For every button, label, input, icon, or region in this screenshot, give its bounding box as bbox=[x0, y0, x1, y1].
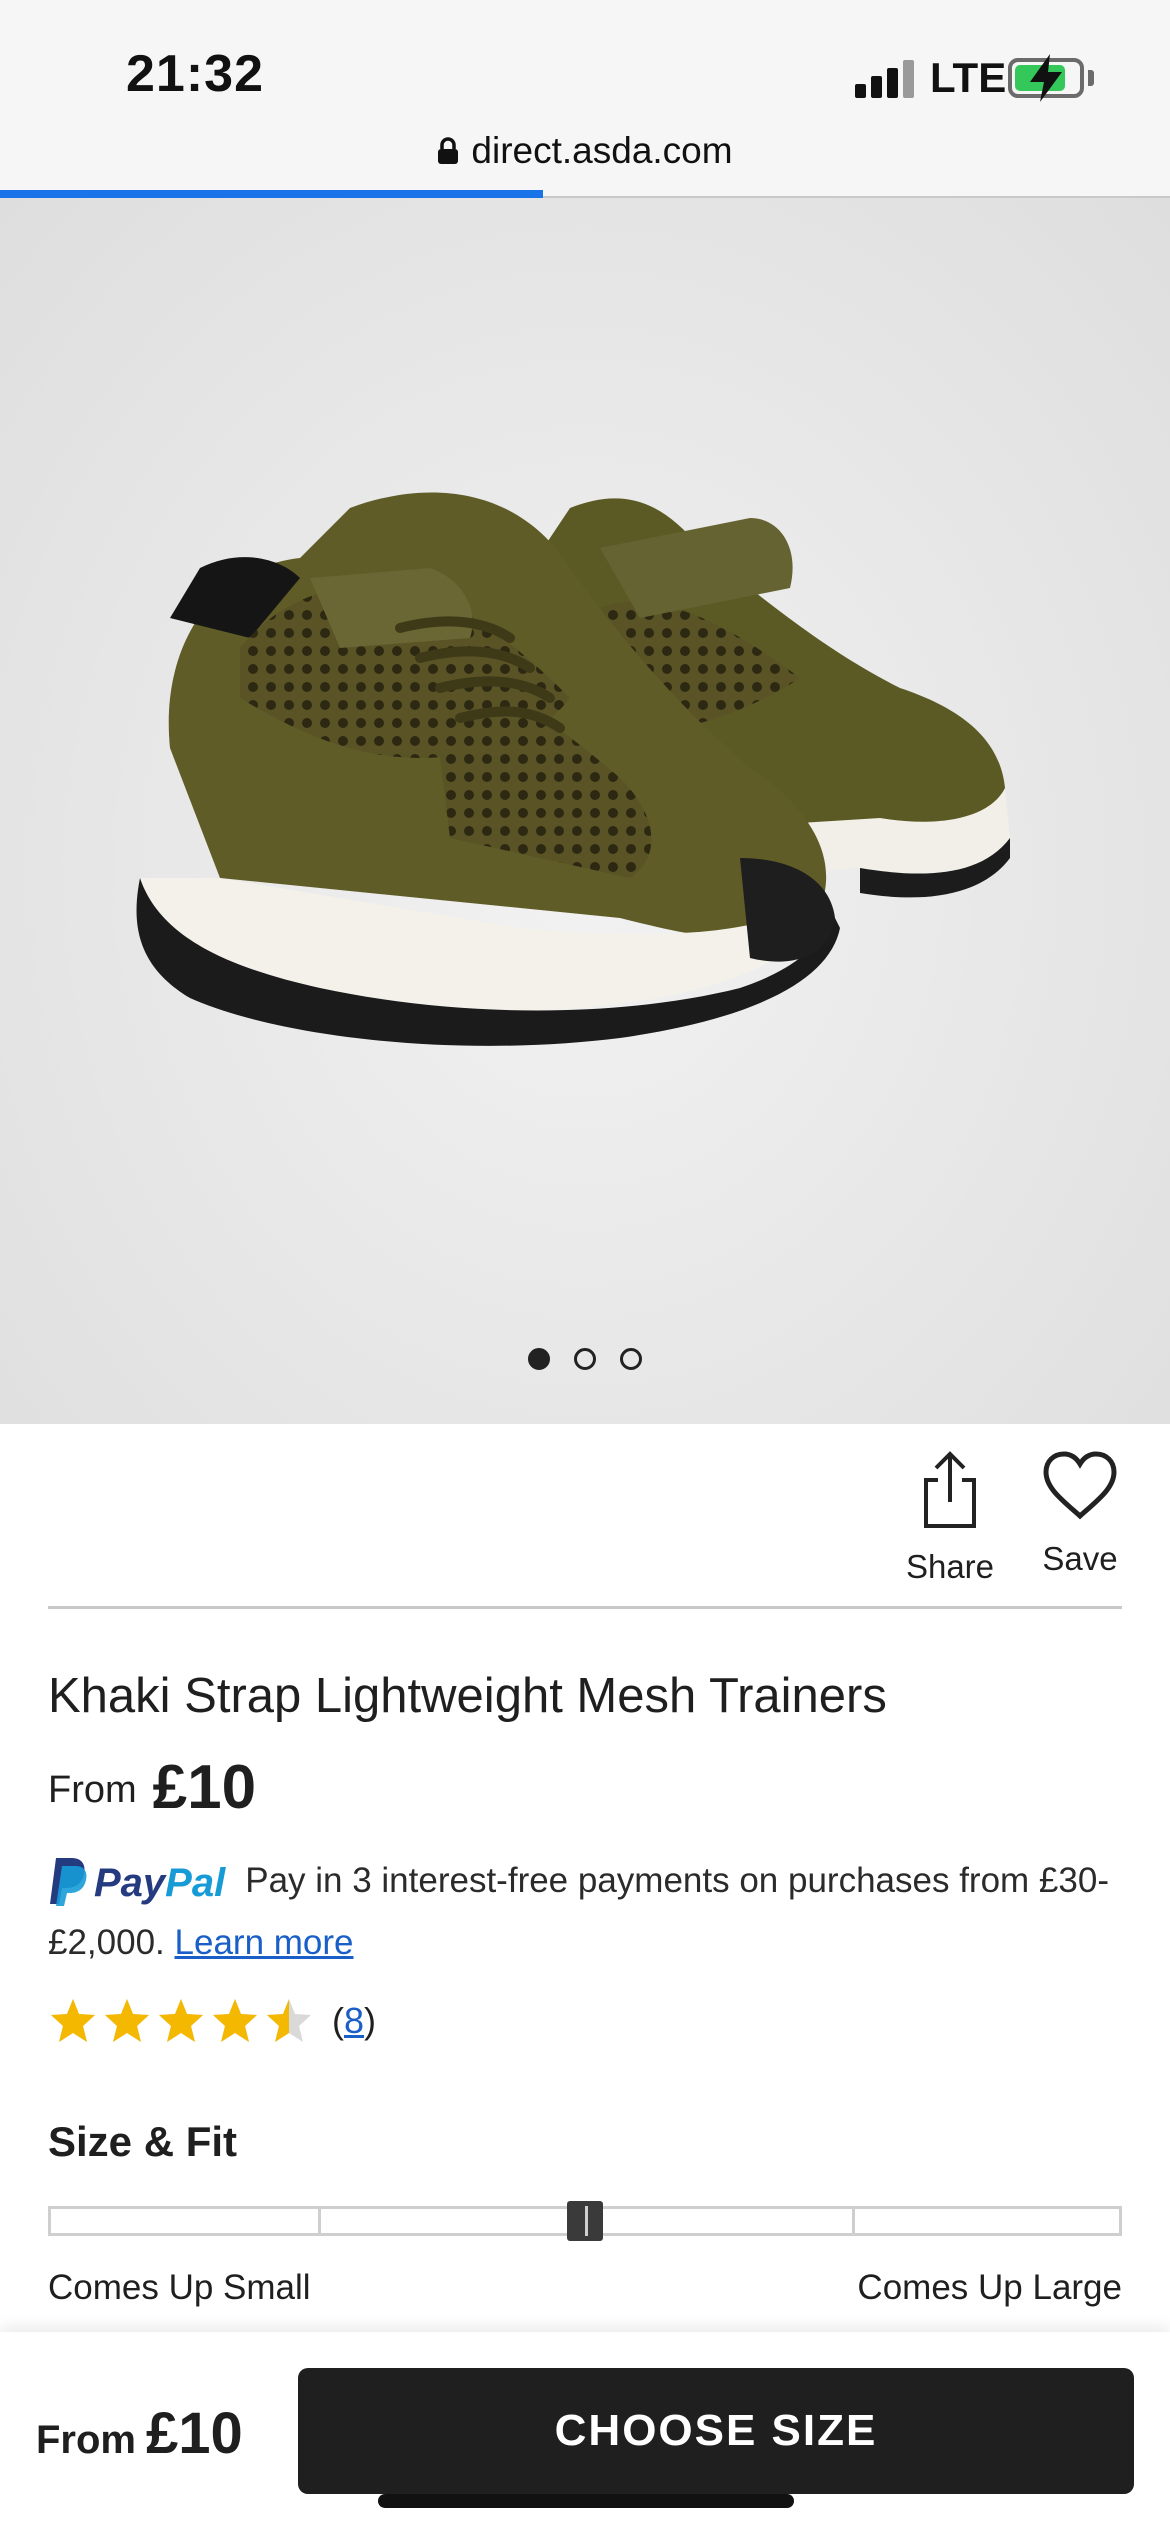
battery-tip bbox=[1088, 70, 1094, 86]
paypal-pay-in-3-message: PayPal Pay in 3 interest-free payments o… bbox=[48, 1854, 1122, 1970]
product-price: From £10 bbox=[48, 1752, 256, 1823]
review-count[interactable]: (8) bbox=[332, 2000, 376, 2042]
home-indicator[interactable] bbox=[378, 2494, 794, 2508]
star-icon bbox=[213, 1999, 257, 2042]
bottom-price: From £10 bbox=[36, 2400, 243, 2467]
gallery-dot[interactable] bbox=[574, 1348, 596, 1370]
bottom-price-value: £10 bbox=[146, 2401, 243, 2466]
save-label: Save bbox=[1042, 1540, 1118, 1577]
price-value: £10 bbox=[152, 1753, 257, 1822]
url-display[interactable]: direct.asda.com bbox=[0, 130, 1170, 172]
share-icon bbox=[924, 1451, 976, 1528]
review-count-close: ) bbox=[364, 2000, 377, 2041]
status-time: 21:32 bbox=[126, 45, 264, 103]
gallery-dot[interactable] bbox=[620, 1348, 642, 1370]
status-bar: 21:32 LTE bbox=[0, 0, 1170, 130]
divider bbox=[48, 1606, 1122, 1609]
star-icon bbox=[159, 1999, 203, 2042]
save-button[interactable]: Save bbox=[1020, 1450, 1140, 1578]
review-count-open: ( bbox=[332, 2000, 344, 2041]
price-prefix: From bbox=[48, 1769, 137, 1811]
browser-address-bar[interactable]: direct.asda.com bbox=[0, 122, 1170, 198]
share-button[interactable]: Share bbox=[890, 1450, 1010, 1586]
size-fit-heading: Size & Fit bbox=[48, 2118, 238, 2165]
charging-bolt-icon bbox=[1030, 54, 1062, 102]
star-rating bbox=[48, 1996, 318, 2046]
product-title: Khaki Strap Lightweight Mesh Trainers bbox=[48, 1669, 887, 1723]
page-load-progress bbox=[0, 190, 543, 198]
signal-icon bbox=[855, 58, 915, 98]
heart-icon bbox=[1043, 1451, 1117, 1520]
review-count-link[interactable]: 8 bbox=[344, 2000, 364, 2041]
fit-label-small: Comes Up Small bbox=[48, 2268, 311, 2307]
size-fit-segment-divider bbox=[318, 2206, 321, 2236]
size-fit-scale bbox=[48, 2201, 1122, 2241]
product-actions: Share Save bbox=[0, 1424, 1170, 1610]
choose-size-button[interactable]: CHOOSE SIZE bbox=[298, 2368, 1134, 2494]
product-rating[interactable]: (8) bbox=[48, 1996, 376, 2056]
gallery-dot[interactable] bbox=[528, 1348, 550, 1370]
lock-icon bbox=[438, 137, 459, 164]
share-label: Share bbox=[905, 1548, 995, 1585]
product-image-gallery[interactable] bbox=[0, 198, 1170, 1424]
paypal-logo: PayPal bbox=[48, 1856, 225, 1916]
learn-more-link[interactable]: Learn more bbox=[175, 1923, 354, 1962]
bottom-price-prefix: From bbox=[36, 2418, 136, 2462]
fit-label-large: Comes Up Large bbox=[857, 2268, 1122, 2307]
paypal-icon bbox=[50, 1858, 87, 1906]
size-fit-segment-divider bbox=[852, 2206, 855, 2236]
product-image bbox=[136, 492, 1010, 1046]
star-icon bbox=[267, 1999, 311, 2042]
paypal-brand-pay: Pay bbox=[94, 1861, 166, 1905]
size-fit-segment-divider bbox=[585, 2206, 588, 2236]
url-text: direct.asda.com bbox=[471, 130, 733, 171]
gallery-pagination bbox=[0, 1348, 1170, 1375]
star-icon bbox=[51, 1999, 95, 2042]
paypal-brand-pal: Pal bbox=[165, 1861, 226, 1905]
star-icon bbox=[105, 1999, 149, 2042]
network-type: LTE bbox=[930, 54, 1007, 101]
